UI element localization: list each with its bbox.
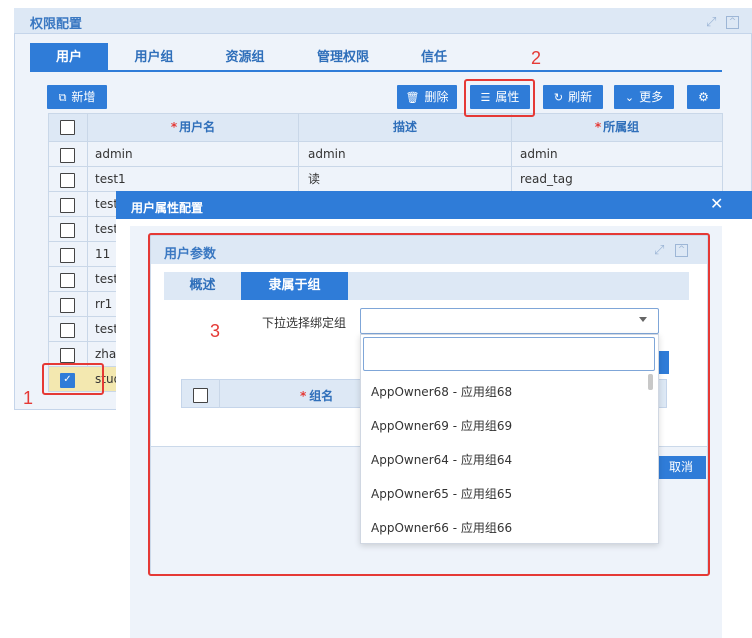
new-icon: ⧉	[58, 91, 67, 104]
table-cell: admin	[520, 147, 558, 161]
select-all-checkbox[interactable]	[60, 120, 75, 135]
annotation-number-2: 2	[531, 48, 542, 68]
gear-icon: ⚙	[698, 90, 709, 104]
row-checkbox[interactable]	[60, 173, 75, 188]
table-cell: 11	[95, 247, 111, 261]
collapse-icon[interactable]: ^	[726, 16, 739, 29]
table-cell: test	[95, 322, 116, 336]
col-username: * 用户名	[170, 120, 216, 134]
col-description: 描述	[392, 120, 417, 134]
annotation-box-3	[148, 233, 710, 576]
row-checkbox[interactable]	[60, 198, 75, 213]
row-checkbox[interactable]	[60, 298, 75, 313]
row-checkbox[interactable]	[60, 348, 75, 363]
table-cell: test	[95, 222, 116, 236]
tab-resource-groups[interactable]: 资源组	[210, 43, 280, 72]
row-checkbox[interactable]	[60, 223, 75, 238]
table-cell: test	[95, 197, 116, 211]
tab-trust[interactable]: 信任	[408, 43, 460, 72]
row-checkbox[interactable]	[60, 248, 75, 263]
new-button[interactable]: ⧉ 新增	[47, 85, 107, 109]
settings-button[interactable]: ⚙	[687, 85, 720, 109]
refresh-icon: ↻	[553, 91, 564, 104]
col-group: * 所属组	[594, 120, 640, 134]
annotation-number-1: 1	[23, 388, 34, 408]
tab-user-groups[interactable]: 用户组	[118, 43, 190, 72]
trash-icon: 🗑	[405, 91, 420, 104]
dialog-title: 用户属性配置	[131, 201, 204, 215]
tab-admin-permissions[interactable]: 管理权限	[305, 43, 381, 72]
annotation-number-3: 3	[210, 321, 221, 341]
refresh-button[interactable]: ↻ 刷新	[543, 85, 603, 109]
panel-header	[14, 8, 752, 34]
table-cell: rr1	[95, 297, 113, 311]
row-checkbox[interactable]	[60, 148, 75, 163]
delete-button[interactable]: 🗑 删除	[397, 85, 457, 109]
table-cell: test1	[95, 172, 126, 186]
table-cell: admin	[308, 147, 346, 161]
table-cell: test	[95, 272, 116, 286]
table-cell: read_tag	[520, 172, 573, 186]
close-icon[interactable]: ✕	[710, 196, 723, 212]
row-checkbox[interactable]	[60, 273, 75, 288]
annotation-box-1	[42, 363, 104, 395]
dialog-header	[116, 191, 752, 219]
table-cell: 读	[308, 172, 321, 186]
more-button[interactable]: ⌄ 更多	[614, 85, 674, 109]
tab-users[interactable]: 用户	[30, 43, 108, 72]
expand-icon[interactable]: ⤢	[706, 16, 716, 30]
annotation-box-2	[464, 79, 535, 117]
panel-title: 权限配置	[30, 17, 83, 32]
row-checkbox[interactable]	[60, 323, 75, 338]
table-cell: admin	[95, 147, 133, 161]
chevron-down-icon: ⌄	[624, 91, 635, 104]
